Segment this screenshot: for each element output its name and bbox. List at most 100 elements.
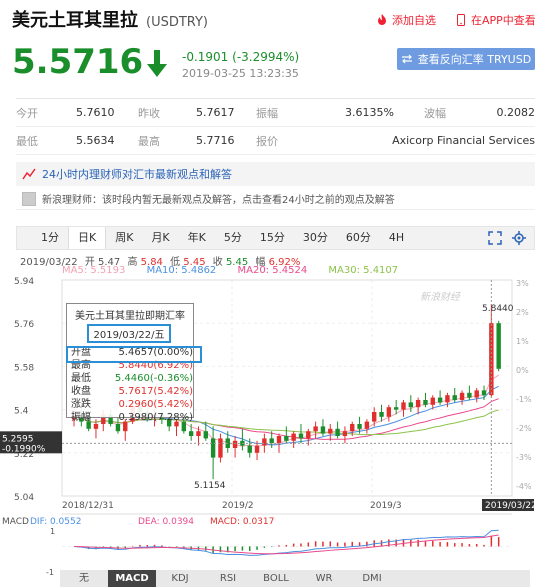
advisor-news-link[interactable]: 24小时内理财师对汇市最新观点和解答 bbox=[16, 162, 535, 186]
cross-pct-label: -0.1990% bbox=[2, 444, 46, 454]
indicator-boll[interactable]: BOLL bbox=[252, 570, 300, 587]
open-label: 今开 bbox=[16, 106, 38, 120]
candle-body bbox=[335, 428, 340, 436]
tab-4h[interactable]: 4H bbox=[380, 227, 413, 249]
tooltip-title: 美元土耳其里拉即期汇率 bbox=[75, 311, 185, 322]
period-tabs: 1分 日K 周K 月K 年K 5分 15分 30分 60分 4H bbox=[16, 226, 535, 250]
x-tick-label: 2019/3 bbox=[370, 501, 402, 511]
candle-body bbox=[247, 445, 252, 453]
candle-body bbox=[298, 433, 304, 439]
open-in-app-button[interactable]: 在APP中查看 bbox=[455, 12, 536, 28]
candle-body bbox=[276, 436, 282, 444]
ma20-value: MA20: 5.4524 bbox=[237, 265, 308, 276]
avatar bbox=[22, 191, 36, 206]
macd-legend-label: MACD: 0.0317 bbox=[210, 517, 274, 527]
tooltip-row: 振幅 0.3980(7.28%) bbox=[67, 411, 193, 424]
swap-icon bbox=[401, 54, 412, 64]
volatility-value: 0.2082 bbox=[496, 106, 536, 119]
indicator-dmi[interactable]: DMI bbox=[348, 570, 396, 587]
tab-30min[interactable]: 30分 bbox=[294, 227, 337, 249]
macd-panel: MACD DIF: 0.0552 DEA: 0.0394 MACD: 0.0317 1 -… bbox=[2, 513, 512, 576]
indicator-kdj[interactable]: KDJ bbox=[156, 570, 204, 587]
right-axis-label: -1% bbox=[516, 395, 532, 404]
indicator-macd[interactable]: MACD bbox=[108, 570, 156, 587]
candle-body bbox=[393, 407, 399, 410]
settings-icon[interactable] bbox=[512, 231, 526, 245]
candle-body bbox=[415, 400, 421, 408]
high-value: 5.7716 bbox=[196, 134, 235, 147]
right-axis-labels: 3% 2% 1% 0% -1% -2% -3% -4% bbox=[516, 279, 532, 491]
ma10-value: MA10: 5.4862 bbox=[146, 265, 217, 276]
ma30-value: MA30: 5.4107 bbox=[328, 265, 399, 276]
trend-icon bbox=[22, 168, 36, 180]
tab-weekly-k[interactable]: 周K bbox=[106, 227, 142, 249]
candle-body bbox=[342, 431, 348, 436]
indicator-wr[interactable]: WR bbox=[300, 570, 348, 587]
amplitude-label: 振幅 bbox=[256, 106, 278, 120]
right-axis-label: -2% bbox=[516, 424, 532, 433]
add-watchlist-button[interactable]: 添加自选 bbox=[376, 12, 436, 28]
tooltip-row-label: 最低 bbox=[71, 373, 91, 384]
right-axis-label: 2% bbox=[516, 308, 529, 317]
macd-legend-label: MACD bbox=[2, 517, 29, 527]
reverse-rate-button[interactable]: 查看反向汇率 TRYUSD bbox=[397, 48, 535, 70]
header: 美元土耳其里拉 (USDTRY) bbox=[12, 6, 208, 32]
quoter-label: 报价 bbox=[256, 134, 278, 148]
candle-body bbox=[364, 421, 370, 429]
amplitude-value: 3.6135% bbox=[345, 106, 394, 119]
candle-body bbox=[291, 433, 296, 441]
tooltip-row-value: 0.2960(5.42%) bbox=[118, 399, 193, 410]
tab-daily-k[interactable]: 日K bbox=[68, 227, 107, 249]
y-tick-label: 5.4 bbox=[14, 407, 29, 417]
tooltip-row: 最低 5.4460(-0.36%) bbox=[67, 372, 193, 385]
y-tick-label: 5.76 bbox=[14, 320, 34, 330]
tab-monthly-k[interactable]: 月K bbox=[142, 227, 178, 249]
page-title: 美元土耳其里拉 bbox=[12, 10, 138, 31]
candle-body bbox=[459, 392, 465, 400]
candle-body bbox=[188, 431, 194, 436]
tab-1min[interactable]: 1分 bbox=[32, 227, 68, 249]
tooltip-row: 收盘 5.7617(5.42%) bbox=[67, 385, 193, 398]
tab-60min[interactable]: 60分 bbox=[337, 227, 380, 249]
indicator-rsi[interactable]: RSI bbox=[204, 570, 252, 587]
candle-body bbox=[254, 445, 260, 453]
candle-body bbox=[93, 424, 99, 429]
tooltip-row: 涨跌 0.2960(5.42%) bbox=[67, 398, 193, 411]
candle-body bbox=[203, 431, 208, 439]
quote-timestamp: 2019-03-25 13:23:35 bbox=[182, 67, 299, 80]
tab-5min[interactable]: 5分 bbox=[215, 227, 251, 249]
x-tick-label: 2019/2 bbox=[222, 501, 254, 511]
candle-body bbox=[452, 395, 457, 400]
ma-legend: MA5: 5.5193 MA10: 5.4862 MA20: 5.4524 MA… bbox=[62, 265, 398, 276]
indicator-none[interactable]: 无 bbox=[60, 570, 108, 587]
fire-icon bbox=[378, 14, 386, 25]
tooltip-row-label: 收盘 bbox=[71, 386, 91, 397]
right-axis-label: 3% bbox=[516, 279, 529, 288]
symbol-label: (USDTRY) bbox=[146, 15, 209, 30]
advisor-news-item[interactable]: 新浪理财师：该时段内暂无最新观点及解答，点击查看24小时之前的观点及解答 bbox=[16, 188, 535, 210]
fullscreen-icon[interactable] bbox=[488, 231, 502, 245]
macd-legend-label: DEA: 0.0394 bbox=[138, 517, 194, 527]
candle-body bbox=[232, 440, 238, 448]
high-label: 最高 bbox=[138, 134, 160, 148]
tab-yearly-k[interactable]: 年K bbox=[179, 227, 215, 249]
indicator-tabs: 无 MACD KDJ RSI BOLL WR DMI bbox=[60, 570, 530, 587]
candle-body bbox=[401, 402, 406, 410]
candle-body bbox=[313, 426, 318, 432]
y-tick-label: 5.04 bbox=[14, 493, 34, 503]
candle-body bbox=[437, 397, 443, 403]
advisor-news-title: 24小时内理财师对汇市最新观点和解答 bbox=[42, 168, 232, 181]
tab-15min[interactable]: 15分 bbox=[251, 227, 294, 249]
cross-price-label: 5.2595 bbox=[2, 434, 34, 444]
right-axis-label: -3% bbox=[516, 453, 532, 462]
ma5-value: MA5: 5.5193 bbox=[62, 265, 126, 276]
dif-line bbox=[73, 529, 499, 556]
right-axis-label: 1% bbox=[516, 337, 529, 346]
low-label: 5.1154 bbox=[194, 481, 226, 491]
quoter-value: Axicorp Financial Services bbox=[392, 134, 535, 147]
add-watchlist-label: 添加自选 bbox=[392, 14, 436, 27]
candle-body bbox=[430, 397, 435, 405]
prev-close-value: 5.7617 bbox=[196, 106, 235, 119]
tooltip-row-value: 0.3980(7.28%) bbox=[118, 412, 193, 423]
x-tick-label: 2018/12/31 bbox=[62, 501, 114, 511]
